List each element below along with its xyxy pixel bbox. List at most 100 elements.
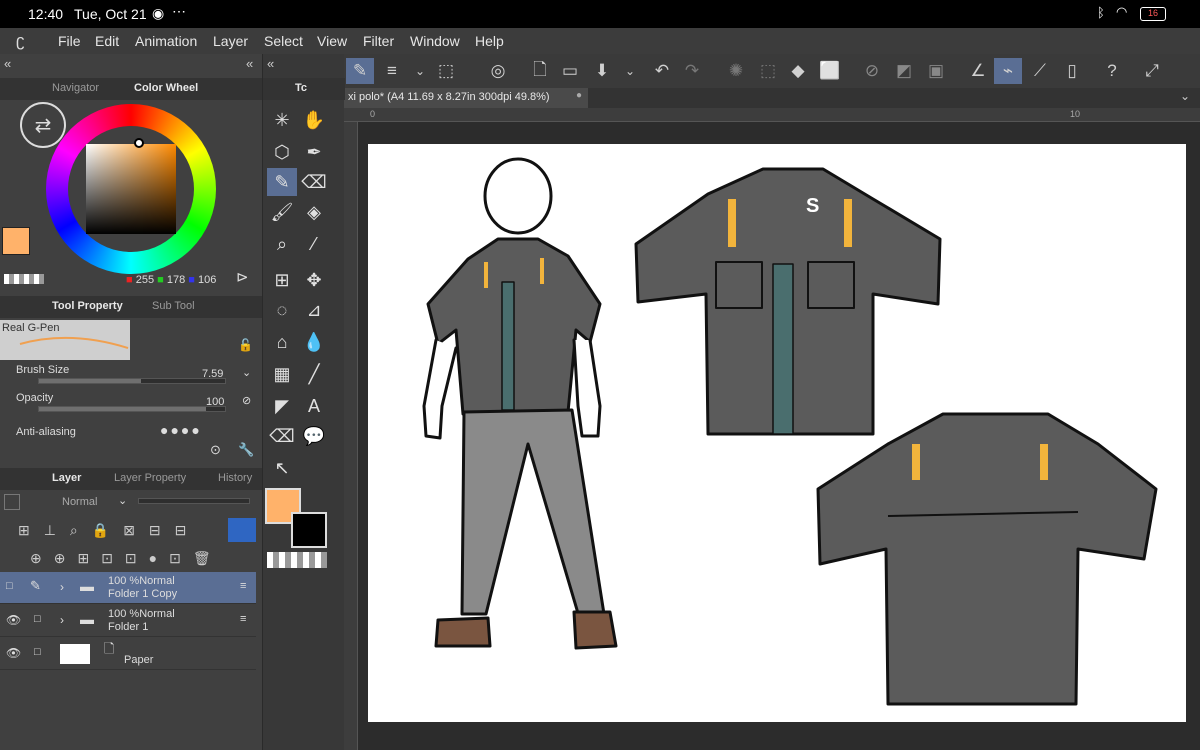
clear-icon[interactable]: ✺ (722, 58, 750, 84)
chevron-down-icon[interactable]: ⌄ (406, 58, 434, 84)
ruler-snap-icon[interactable]: ∠ (964, 58, 992, 84)
reference-layer-icon[interactable] (228, 518, 256, 542)
pen-icon[interactable]: ✒ (299, 138, 329, 166)
tab-history[interactable]: History (218, 472, 252, 484)
fill-icon[interactable]: ◆ (784, 58, 812, 84)
menu-select[interactable]: Select (264, 33, 303, 49)
line-icon[interactable]: ╱ (299, 360, 329, 388)
color-swap-icon[interactable]: ⇄ (20, 102, 66, 148)
layer-opacity-slider[interactable] (138, 498, 250, 504)
frame-icon[interactable]: ⊞ (267, 266, 297, 294)
auto-select-icon[interactable]: ⊿ (299, 296, 329, 324)
expand-folder-icon[interactable]: › (60, 613, 64, 627)
deselect-icon[interactable]: ⊘ (858, 58, 886, 84)
3d-icon[interactable]: ⬡ (267, 138, 297, 166)
app-logo-icon[interactable]: ʗ (16, 31, 25, 51)
color-mode-icon[interactable]: ⊳ (236, 268, 249, 286)
layer-lock-toggle[interactable]: □ (34, 646, 41, 658)
selection-border-icon[interactable]: ▣ (922, 58, 950, 84)
brush-icon[interactable]: 🖌 (267, 198, 297, 226)
save-dropdown-icon[interactable]: ⌄ (616, 58, 644, 84)
save-icon[interactable]: ⬇ (588, 58, 616, 84)
ruler-icon[interactable]: ◤ (267, 392, 297, 420)
drawing-canvas[interactable]: S (368, 144, 1186, 722)
fill-selection-icon[interactable]: ⬚ (754, 58, 782, 84)
new-canvas-icon[interactable]: 🗋 (526, 58, 554, 84)
pencil-icon[interactable]: ✎ (267, 168, 297, 196)
menu-layer[interactable]: Layer (213, 33, 248, 49)
transparent-color-swatch[interactable] (4, 274, 44, 284)
brush-size-stepper-icon[interactable]: ⌄ (242, 366, 251, 379)
opacity-stepper-icon[interactable]: ⊘ (242, 394, 251, 407)
stroke-icon[interactable]: ⟋ (1026, 58, 1054, 84)
magic-icon[interactable]: ✳ (267, 106, 297, 134)
opacity-slider[interactable] (38, 406, 226, 412)
hand-icon[interactable]: ✋ (299, 106, 329, 134)
collapse-panel-icon[interactable]: « (267, 56, 274, 71)
zoom-icon[interactable]: ⌕ (267, 230, 297, 258)
invert-selection-icon[interactable]: ◩ (890, 58, 918, 84)
tab-tool-property[interactable]: Tool Property (52, 300, 123, 312)
correct-line-icon[interactable]: ⌫ (267, 422, 297, 450)
spiral-icon[interactable]: ◎ (484, 58, 512, 84)
tabs-dropdown-icon[interactable]: ⌄ (1180, 89, 1190, 103)
blend-icon[interactable]: 💧 (299, 328, 329, 356)
color-picker-handle[interactable] (134, 138, 144, 148)
expand-folder-icon[interactable]: › (60, 580, 64, 594)
visibility-toggle[interactable]: □ (6, 580, 13, 592)
blend-mode-dropdown-icon[interactable]: ⌄ (118, 494, 127, 507)
menu-help[interactable]: Help (475, 33, 504, 49)
menu-file[interactable]: File (58, 33, 81, 49)
fullscreen-icon[interactable]: ⤢ (1138, 58, 1166, 84)
text-icon[interactable]: A (299, 392, 329, 420)
transparent-box[interactable] (267, 552, 327, 568)
tool-settings-icon[interactable]: ⊙ (210, 442, 221, 458)
wrench-icon[interactable]: 🔧 (238, 442, 254, 458)
smart-icon[interactable]: ⬚ (432, 58, 460, 84)
saturation-value-square[interactable] (86, 144, 176, 234)
eye-icon[interactable]: 👁 (6, 646, 21, 660)
menu-view[interactable]: View (317, 33, 347, 49)
eraser-icon[interactable]: ⌫ (299, 168, 329, 196)
gradient-icon[interactable]: ▦ (267, 360, 297, 388)
tab-layer[interactable]: Layer (52, 472, 81, 484)
blend-mode-select[interactable]: Normal (62, 496, 97, 508)
eye-icon[interactable]: 👁 (6, 613, 21, 627)
layer-row[interactable]: 👁 □ › ▬ 100 %Normal Folder 1 ≡ (0, 605, 256, 637)
tab-sub-tool[interactable]: Sub Tool (152, 300, 195, 312)
layer-lock-toggle[interactable]: □ (34, 613, 41, 625)
tab-tools[interactable]: Tc (295, 82, 307, 94)
menu-edit[interactable]: Edit (95, 33, 119, 49)
menu-animation[interactable]: Animation (135, 33, 197, 49)
layer-row[interactable]: □ ✎ › ▬ 100 %Normal Folder 1 Copy ≡ (0, 572, 256, 604)
lasso-icon[interactable]: ◌ (267, 296, 297, 324)
move-icon[interactable]: ✥ (299, 266, 329, 294)
help-icon[interactable]: ? (1098, 58, 1126, 84)
main-color-swatch[interactable] (2, 227, 30, 255)
lock-icon[interactable]: 🔓 (238, 338, 253, 352)
layer-row[interactable]: 👁 □ 🗋 Paper (0, 638, 256, 670)
pen-mode-icon[interactable]: ✎ (346, 58, 374, 84)
tab-layer-property[interactable]: Layer Property (114, 472, 186, 484)
layer-toolbar[interactable]: ⊞⊥⌕🔒⊠⊟⊟ (18, 522, 200, 539)
menu-filter[interactable]: Filter (363, 33, 394, 49)
brush-preview[interactable]: Real G-Pen (0, 320, 130, 360)
tab-color-wheel[interactable]: Color Wheel (134, 82, 198, 94)
layer-color-icon[interactable] (4, 494, 20, 510)
redo-icon[interactable]: ↷ (678, 58, 706, 84)
tab-navigator[interactable]: Navigator (52, 82, 99, 94)
layer-menu-icon[interactable]: ≡ (240, 613, 246, 625)
brush-size-slider[interactable] (38, 378, 226, 384)
house-icon[interactable]: ⌂ (267, 328, 297, 356)
tab-close-icon[interactable]: ● (576, 90, 582, 101)
fill-bucket-icon[interactable]: ◈ (299, 198, 329, 226)
collapse-panel-icon[interactable]: « (246, 56, 253, 71)
layer-actions-toolbar[interactable]: ⊕⊕⊞⊡⊡●⊡🗑 (30, 550, 223, 567)
sub-color-box[interactable] (291, 512, 327, 548)
transform-icon[interactable]: ⬜ (816, 58, 844, 84)
open-file-icon[interactable]: ▭ (556, 58, 584, 84)
hamburger-menu-icon[interactable]: ≡ (378, 58, 406, 84)
balloon-icon[interactable]: 💬 (299, 422, 329, 450)
layer-menu-icon[interactable]: ≡ (240, 580, 246, 592)
antialiasing-options[interactable]: ●●●● (160, 422, 202, 438)
